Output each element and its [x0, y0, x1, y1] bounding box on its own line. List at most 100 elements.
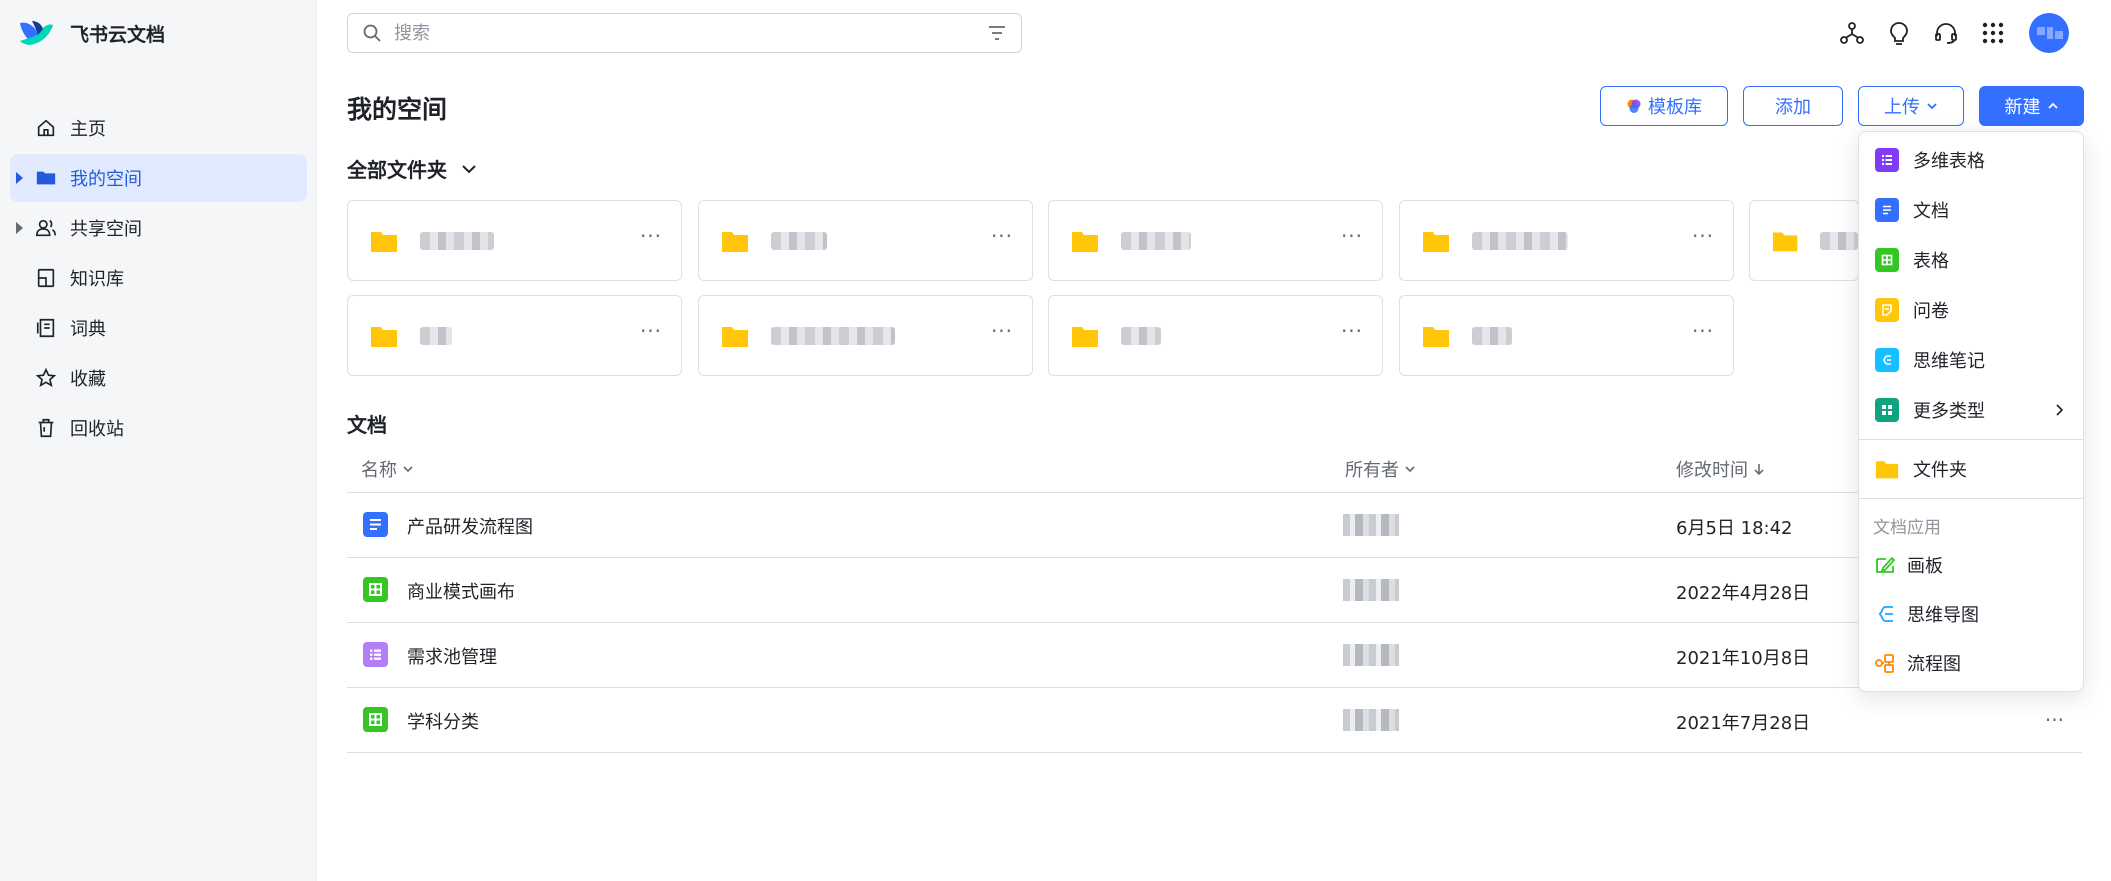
upload-button[interactable]: 上传 — [1858, 86, 1964, 126]
doc-modified-time: 6月5日 18:42 — [1676, 518, 1793, 539]
avatar[interactable] — [2029, 13, 2069, 53]
table-row[interactable]: 学科分类 2021年7月28日 ··· — [347, 688, 2082, 753]
brand-name: 飞书云文档 — [70, 23, 166, 46]
mindnote-icon — [1875, 348, 1899, 372]
menu-item-survey[interactable]: 问卷 — [1859, 288, 2083, 332]
folder-card[interactable]: ··· — [698, 295, 1033, 376]
menu-divider — [1859, 498, 2083, 499]
sidebar-item-label: 词典 — [70, 319, 106, 340]
expand-caret-icon[interactable] — [16, 222, 23, 234]
sidebar-item-favorites[interactable]: 收藏 — [10, 354, 307, 402]
filter-icon[interactable] — [987, 23, 1007, 43]
survey-icon — [1875, 298, 1899, 322]
apps-grid-icon[interactable] — [1979, 19, 2007, 47]
dictionary-icon — [34, 316, 58, 340]
menu-item-folder[interactable]: 文件夹 — [1859, 447, 2083, 491]
sidebar-item-label: 知识库 — [70, 269, 124, 290]
template-library-button[interactable]: 模板库 — [1600, 86, 1728, 126]
sidebar-item-wiki[interactable]: 知识库 — [10, 254, 307, 302]
doc-name[interactable]: 商业模式画布 — [407, 578, 515, 604]
folder-card[interactable]: ··· — [1399, 295, 1734, 376]
doc-icon — [363, 512, 388, 537]
column-modified-sort[interactable]: 修改时间 — [1676, 456, 1766, 482]
menu-item-bitable[interactable]: 多维表格 — [1859, 138, 2083, 182]
search-icon — [363, 24, 381, 42]
share-network-icon[interactable] — [1838, 19, 1866, 47]
column-owner-filter[interactable]: 所有者 — [1345, 456, 1417, 482]
folder-card[interactable]: ··· — [1048, 295, 1383, 376]
more-options-icon[interactable]: ··· — [1691, 226, 1715, 251]
bitable-icon — [363, 642, 388, 667]
more-options-icon[interactable]: ··· — [990, 321, 1014, 346]
folder-name-redacted — [1820, 231, 1858, 250]
folder-icon — [722, 326, 748, 347]
folder-card[interactable]: ··· — [698, 200, 1033, 281]
chevron-down-icon — [462, 164, 476, 173]
lightbulb-icon[interactable] — [1885, 19, 1913, 47]
menu-item-more-types[interactable]: 更多类型 — [1859, 388, 2083, 432]
folder-icon — [1423, 231, 1449, 252]
menu-item-mindnote[interactable]: 思维笔记 — [1859, 338, 2083, 382]
menu-item-whiteboard[interactable]: 画板 — [1859, 543, 2083, 587]
menu-item-label: 文档 — [1913, 201, 1949, 222]
folder-card[interactable] — [1749, 200, 1859, 281]
doc-name[interactable]: 产品研发流程图 — [407, 513, 533, 539]
menu-item-label: 思维导图 — [1907, 605, 1979, 626]
sidebar-item-label: 我的空间 — [70, 169, 142, 190]
folder-card[interactable]: ··· — [1399, 200, 1734, 281]
more-options-icon[interactable]: ··· — [1340, 321, 1364, 346]
sidebar-item-trash[interactable]: 回收站 — [10, 404, 307, 452]
folder-card[interactable]: ··· — [347, 200, 682, 281]
more-options-icon[interactable]: ··· — [1691, 321, 1715, 346]
more-options-icon[interactable]: ··· — [639, 226, 663, 251]
table-row[interactable]: 需求池管理 2021年10月8日 — [347, 623, 2082, 688]
flowchart-icon — [1873, 651, 1897, 675]
sidebar-item-home[interactable]: 主页 — [10, 104, 307, 152]
more-options-icon[interactable]: ··· — [639, 321, 663, 346]
folder-name-redacted — [1472, 231, 1568, 250]
sidebar-item-my-space[interactable]: 我的空间 — [10, 154, 307, 202]
owner-redacted — [1343, 514, 1399, 536]
menu-item-label: 表格 — [1913, 251, 1949, 272]
trash-icon — [34, 416, 58, 440]
doc-name[interactable]: 学科分类 — [407, 708, 479, 734]
table-row[interactable]: 商业模式画布 2022年4月28日 — [347, 558, 2082, 623]
headset-icon[interactable] — [1932, 19, 1960, 47]
menu-item-doc[interactable]: 文档 — [1859, 188, 2083, 232]
folder-icon — [722, 231, 748, 252]
sheet-icon — [363, 577, 388, 602]
menu-item-label: 画板 — [1907, 556, 1943, 577]
folder-card[interactable]: ··· — [347, 295, 682, 376]
search-input[interactable] — [394, 22, 987, 44]
home-icon — [34, 116, 58, 140]
sidebar-nav: 主页 我的空间 共享空间 知识库 词典 收藏 回收站 — [10, 104, 307, 454]
more-options-icon[interactable]: ··· — [1340, 226, 1364, 251]
expand-caret-icon[interactable] — [16, 172, 23, 184]
template-icon — [1627, 99, 1641, 113]
new-button[interactable]: 新建 — [1979, 86, 2084, 126]
new-label: 新建 — [2004, 97, 2041, 118]
table-row[interactable]: 产品研发流程图 6月5日 18:42 — [347, 493, 2082, 558]
sidebar-item-dictionary[interactable]: 词典 — [10, 304, 307, 352]
sidebar-item-label: 回收站 — [70, 419, 124, 440]
menu-item-mindmap[interactable]: 思维导图 — [1859, 592, 2083, 636]
more-options-icon[interactable]: ··· — [990, 226, 1014, 251]
more-types-icon — [1875, 398, 1899, 422]
owner-redacted — [1343, 644, 1399, 666]
add-button[interactable]: 添加 — [1743, 86, 1843, 126]
more-options-icon[interactable]: ··· — [2045, 708, 2064, 732]
folder-card[interactable]: ··· — [1048, 200, 1383, 281]
menu-item-label: 流程图 — [1907, 654, 1961, 675]
doc-name[interactable]: 需求池管理 — [407, 643, 497, 669]
column-name-sort[interactable]: 名称 — [361, 456, 415, 482]
all-folders-dropdown[interactable]: 全部文件夹 — [347, 154, 479, 183]
folder-name-redacted — [1121, 231, 1191, 250]
menu-item-label: 思维笔记 — [1913, 351, 1985, 372]
all-folders-label: 全部文件夹 — [347, 158, 447, 182]
brand[interactable]: 飞书云文档 — [18, 16, 165, 50]
sidebar-item-label: 收藏 — [70, 369, 106, 390]
menu-item-sheet[interactable]: 表格 — [1859, 238, 2083, 282]
menu-item-flowchart[interactable]: 流程图 — [1859, 641, 2083, 685]
search-box[interactable] — [347, 13, 1022, 53]
sidebar-item-shared-space[interactable]: 共享空间 — [10, 204, 307, 252]
